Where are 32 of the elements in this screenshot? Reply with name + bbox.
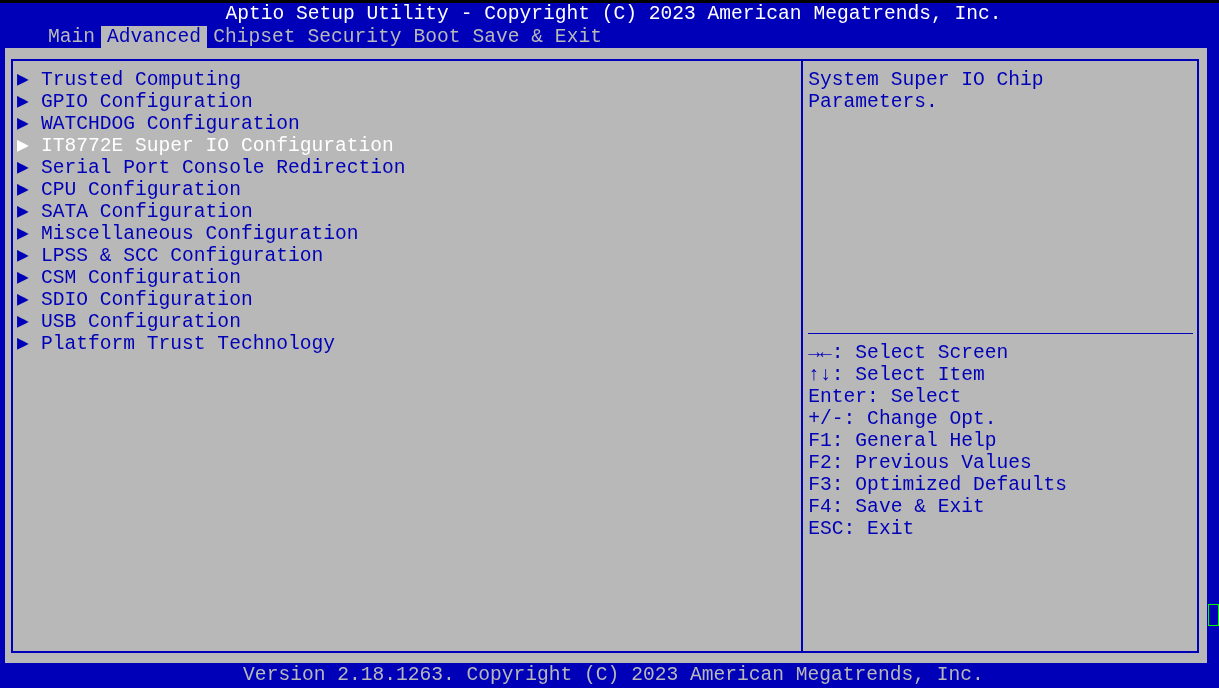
submenu-item[interactable]: ▶ WATCHDOG Configuration	[17, 113, 300, 135]
submenu-item[interactable]: ▶ SDIO Configuration	[17, 289, 253, 311]
submenu-item[interactable]: ▶ CSM Configuration	[17, 267, 241, 289]
key-hint: F3: Optimized Defaults	[808, 474, 1067, 496]
submenu-item[interactable]: ▶ LPSS & SCC Configuration	[17, 245, 324, 267]
key-hint: +/-: Change Opt.	[808, 408, 997, 430]
submenu-item[interactable]: ▶ Serial Port Console Redirection	[17, 157, 406, 179]
submenu-item[interactable]: ▶ CPU Configuration	[17, 179, 241, 201]
submenu-item[interactable]: ▶ Platform Trust Technology	[17, 333, 335, 355]
help-text: System Super IO Chip	[808, 69, 1044, 91]
cursor-frame-icon	[1208, 604, 1219, 626]
window-title: Aptio Setup Utility - Copyright (C) 2023 American Megatrends, Inc.	[224, 3, 1003, 26]
key-hint: ESC: Exit	[808, 518, 915, 540]
menu-tab[interactable]: Chipset	[207, 26, 302, 48]
menu-tab[interactable]: Boot	[407, 26, 467, 48]
key-hint: F2: Previous Values	[808, 452, 1032, 474]
help-text: Parameters.	[808, 91, 938, 113]
submenu-item[interactable]: ▶ Miscellaneous Configuration	[17, 223, 359, 245]
key-hint: F4: Save & Exit	[808, 496, 985, 518]
submenu-item[interactable]: ▶ SATA Configuration	[17, 201, 253, 223]
menu-tab[interactable]: Save & Exit	[466, 26, 608, 48]
menu-tab[interactable]: Main	[42, 26, 102, 48]
menu-tab[interactable]: Advanced	[101, 26, 208, 48]
key-hint: Enter: Select	[808, 386, 962, 408]
key-hint: F1: General Help	[808, 430, 997, 452]
menu-tab[interactable]: Security	[301, 26, 408, 48]
submenu-item[interactable]: ▶ GPIO Configuration	[17, 91, 253, 113]
key-hint: ↑↓: Select Item	[808, 364, 985, 386]
version-footer: Version 2.18.1263. Copyright (C) 2023 American Megatrends, Inc.	[0, 663, 1219, 688]
submenu-item[interactable]: ▶ USB Configuration	[17, 311, 241, 333]
submenu-item[interactable]: ▶ Trusted Computing	[17, 69, 241, 91]
key-hint: →←: Select Screen	[808, 342, 1009, 364]
